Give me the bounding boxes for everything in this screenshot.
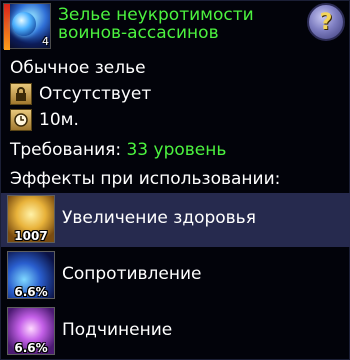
requirement-value: 33 уровень <box>126 140 227 160</box>
effect-badge: 1007 <box>14 229 48 243</box>
effect-label: Подчинение <box>62 320 173 340</box>
icon-stripe <box>4 4 10 50</box>
effect-row-resistance[interactable]: 6.6% Сопротивление <box>1 249 350 303</box>
stack-count: 4 <box>42 35 49 48</box>
effect-label: Сопротивление <box>62 264 202 284</box>
resistance-icon: 6.6% <box>7 251 55 299</box>
item-rarity: Обычное зелье <box>10 58 146 78</box>
lock-icon <box>10 83 32 105</box>
effect-row-health[interactable]: 1007 Увеличение здоровья <box>1 193 350 247</box>
potion-flask <box>12 12 36 36</box>
duration-value: 10м. <box>39 110 79 130</box>
binding-status: Отсутствует <box>39 84 152 104</box>
health-boost-icon: 1007 <box>7 195 55 243</box>
help-button[interactable]: ? <box>307 3 345 41</box>
effect-label: Увеличение здоровья <box>62 208 256 228</box>
effect-badge: 6.6% <box>14 285 48 299</box>
requirement: Требования: 33 уровень <box>10 140 226 160</box>
subjugation-icon: 6.6% <box>7 307 55 355</box>
question-mark-icon: ? <box>319 9 333 35</box>
clock-icon <box>10 109 32 131</box>
effect-row-subjugation[interactable]: 6.6% Подчинение <box>1 305 350 359</box>
effect-badge: 6.6% <box>14 341 48 355</box>
blue-potion-icon[interactable]: 4 <box>3 3 51 50</box>
requirement-label: Требования: <box>10 140 122 160</box>
effects-header: Эффекты при использовании: <box>10 169 281 189</box>
item-title: Зелье неукротимости воинов-ассасинов <box>58 5 254 43</box>
item-tooltip: 4 Зелье неукротимости воинов-ассасинов ?… <box>0 0 350 360</box>
